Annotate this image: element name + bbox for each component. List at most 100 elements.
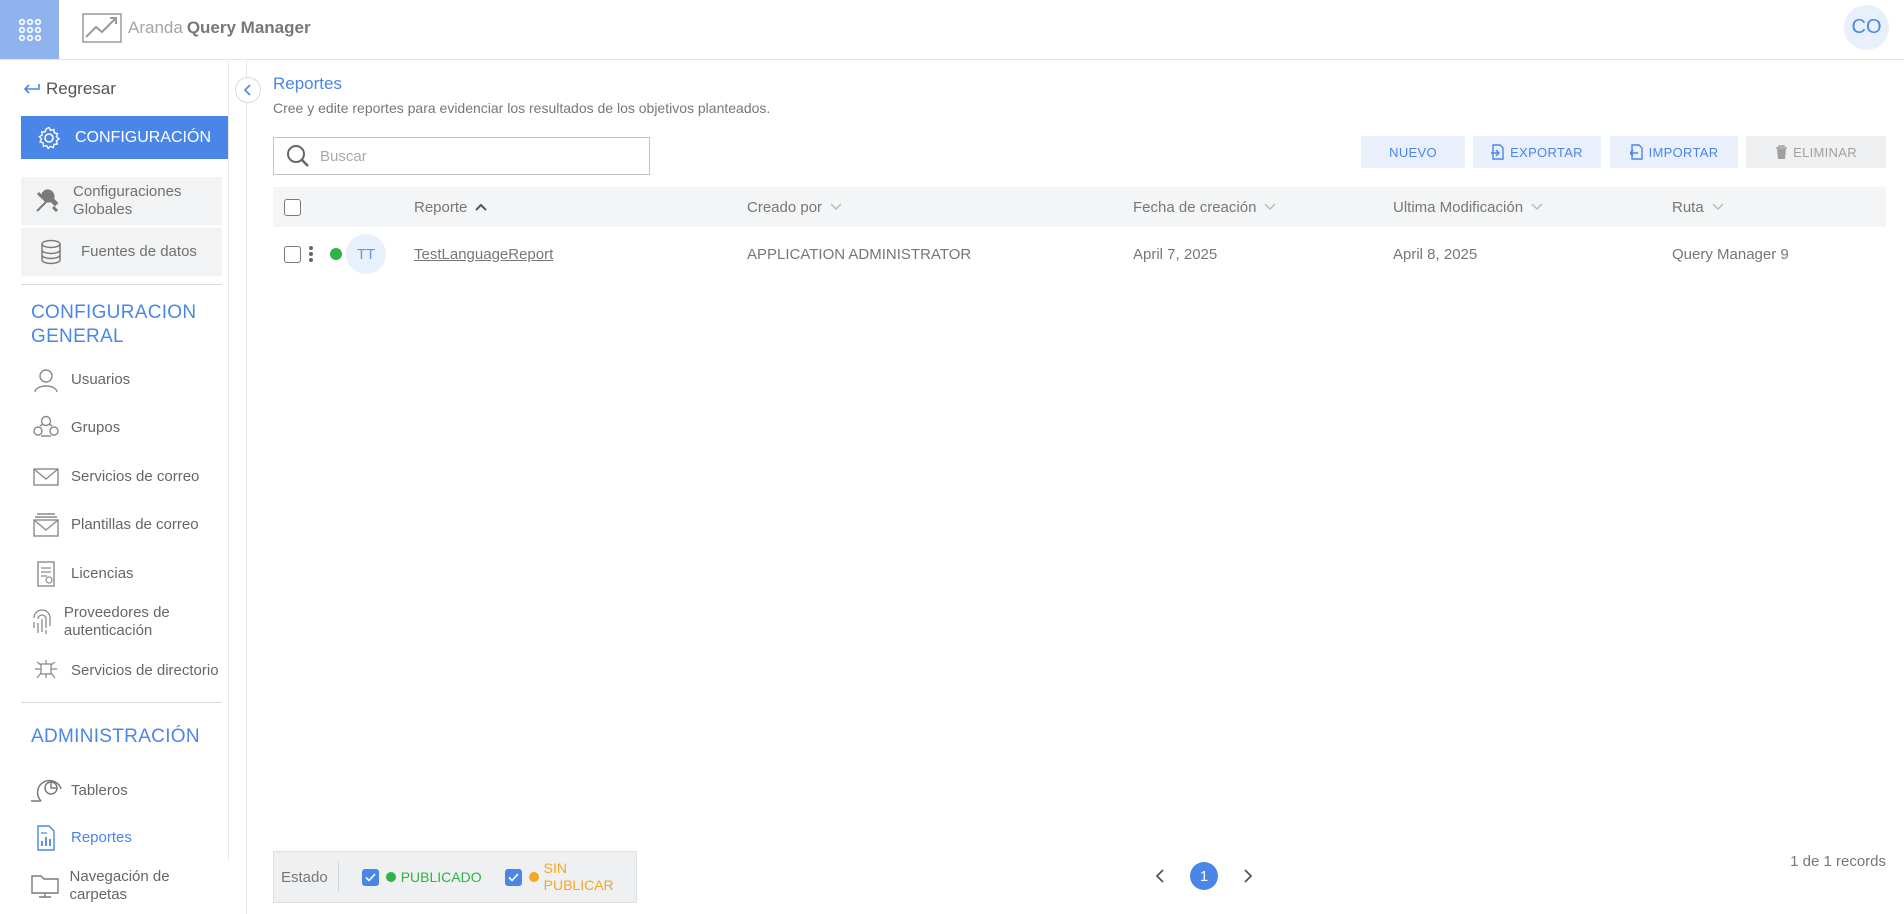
dashboard-icon xyxy=(27,777,65,805)
fingerprint-icon xyxy=(27,608,58,636)
row-checkbox[interactable] xyxy=(284,245,301,263)
published-dot xyxy=(385,872,396,882)
select-all-checkbox[interactable] xyxy=(284,198,301,216)
checkmark-icon xyxy=(508,872,519,882)
sidebar-item-data-sources[interactable]: Fuentes de datos xyxy=(21,228,222,276)
column-header-path[interactable]: Ruta xyxy=(1672,187,1724,227)
column-header-created-by[interactable]: Creado por xyxy=(747,187,842,227)
sidebar-item-groups[interactable]: Grupos xyxy=(27,414,225,442)
brand-name-light: Aranda xyxy=(128,18,183,37)
delete-button[interactable]: ELIMINAR xyxy=(1746,136,1886,168)
chevron-down-icon xyxy=(1264,203,1276,211)
sidebar-item-directory-services[interactable]: Servicios de directorio xyxy=(27,651,225,691)
row-status-cell xyxy=(330,231,342,277)
sidebar-item-folder-navigation[interactable]: Navegación de carpetas xyxy=(27,866,225,906)
trash-icon xyxy=(1776,144,1788,159)
report-name-cell: TestLanguageReport xyxy=(414,231,553,277)
chevron-right-icon xyxy=(1244,869,1253,883)
chevron-down-icon xyxy=(830,203,842,211)
delete-button-label: ELIMINAR xyxy=(1793,144,1857,160)
table-header: Reporte Creado por Fecha de creación Ult… xyxy=(273,187,1886,227)
chevron-left-icon xyxy=(1155,869,1164,883)
section-admin-title: ADMINISTRACIÓN xyxy=(31,726,200,747)
return-arrow-icon xyxy=(23,84,40,94)
chevron-down-icon xyxy=(1531,203,1543,211)
export-file-icon xyxy=(1491,144,1504,160)
sidebar-item-label: Plantillas de correo xyxy=(71,516,199,533)
sidebar-item-label: Usuarios xyxy=(71,371,131,388)
column-header-modified-date[interactable]: Ultima Modificación xyxy=(1393,187,1543,227)
app-logo: Aranda Query Manager xyxy=(82,12,311,44)
sidebar-item-users[interactable]: Usuarios xyxy=(27,366,225,394)
unpublished-checkbox[interactable] xyxy=(504,868,522,886)
sidebar-item-label: Grupos xyxy=(71,419,121,436)
chevron-down-icon xyxy=(1712,203,1724,211)
sidebar-item-mail-templates[interactable]: Plantillas de correo xyxy=(27,511,225,539)
group-icon xyxy=(27,414,65,442)
configuration-label: CONFIGURACIÓN xyxy=(75,128,211,146)
main-content: Reportes Cree y edite reportes para evid… xyxy=(248,61,1904,914)
back-link[interactable]: Regresar xyxy=(21,79,116,99)
sidebar-item-label: Proveedores de autenticación xyxy=(63,604,170,639)
import-file-icon xyxy=(1629,144,1643,160)
sidebar-item-auth-providers[interactable]: Proveedores de autenticación xyxy=(27,602,225,642)
configuration-button[interactable]: CONFIGURACIÓN xyxy=(21,116,229,159)
table-row[interactable]: TT TestLanguageReport APPLICATION ADMINI… xyxy=(273,231,1886,277)
row-select-cell xyxy=(284,231,301,277)
sidebar-item-label: Fuentes de datos xyxy=(81,243,197,260)
export-button[interactable]: EXPORTAR xyxy=(1473,136,1601,168)
created-by-cell: APPLICATION ADMINISTRATOR xyxy=(747,245,972,263)
sidebar-item-global-config[interactable]: Configuraciones Globales xyxy=(21,177,222,225)
page-subtitle: Cree y edite reportes para evidenciar lo… xyxy=(273,100,771,116)
back-label: Regresar xyxy=(46,79,116,98)
sort-ascending-icon xyxy=(475,203,488,211)
page-number-button[interactable]: 1 xyxy=(1190,862,1218,890)
row-actions-cell xyxy=(305,231,317,277)
sidebar-item-reports[interactable]: Reportes xyxy=(27,823,225,853)
report-icon xyxy=(27,825,65,851)
previous-page-button[interactable] xyxy=(1148,864,1172,888)
column-header-created-date[interactable]: Fecha de creación xyxy=(1133,187,1276,227)
sidebar-menu: Regresar CONFIGURACIÓN Configuraciones G… xyxy=(0,61,229,914)
database-icon xyxy=(21,239,81,265)
sidebar-item-label: Licencias xyxy=(71,565,134,582)
checkmark-icon xyxy=(365,872,376,882)
unpublished-dot xyxy=(528,872,539,882)
sidebar-divider xyxy=(21,284,222,285)
directory-icon xyxy=(27,658,65,684)
trend-chart-icon xyxy=(82,13,122,43)
published-checkbox[interactable] xyxy=(361,868,379,886)
collapse-sidebar-button[interactable] xyxy=(235,77,261,103)
sidebar-item-mail-services[interactable]: Servicios de correo xyxy=(27,463,225,491)
user-avatar[interactable]: CO xyxy=(1844,5,1889,50)
new-button[interactable]: NUEVO xyxy=(1361,136,1465,168)
unpublished-label: SIN PUBLICAR xyxy=(543,860,614,893)
row-actions-menu-icon[interactable] xyxy=(305,242,317,266)
mail-template-icon xyxy=(27,512,65,538)
next-page-button[interactable] xyxy=(1236,864,1260,888)
published-label: PUBLICADO xyxy=(400,869,482,885)
column-header-label: Reporte xyxy=(414,198,468,216)
export-button-label: EXPORTAR xyxy=(1510,144,1583,160)
sidebar-item-dashboards[interactable]: Tableros xyxy=(27,775,225,807)
filter-unpublished[interactable]: SIN PUBLICAR xyxy=(504,860,614,894)
column-header-label: Ruta xyxy=(1672,198,1704,216)
app-launcher-button[interactable] xyxy=(0,0,59,59)
import-button[interactable]: IMPORTAR xyxy=(1610,136,1738,168)
grid-icon xyxy=(18,18,41,41)
column-header-label: Fecha de creación xyxy=(1133,198,1257,216)
column-header-report[interactable]: Reporte xyxy=(414,187,488,227)
search-input[interactable] xyxy=(320,147,620,165)
column-header-label: Ultima Modificación xyxy=(1393,198,1524,216)
report-name-link[interactable]: TestLanguageReport xyxy=(414,246,553,263)
status-published-dot xyxy=(330,248,342,260)
filter-published[interactable]: PUBLICADO xyxy=(361,868,482,886)
sidebar-item-licenses[interactable]: Licencias xyxy=(27,559,225,589)
section-general-title: CONFIGURACION GENERAL xyxy=(31,302,197,347)
column-header-label: Creado por xyxy=(747,198,823,216)
search-box xyxy=(273,137,650,175)
sidebar-item-label: Reportes xyxy=(71,829,132,846)
sidebar-item-label: Navegación de carpetas xyxy=(69,868,170,903)
sidebar-scrollbar[interactable] xyxy=(228,61,229,861)
chevron-left-icon xyxy=(243,84,251,96)
